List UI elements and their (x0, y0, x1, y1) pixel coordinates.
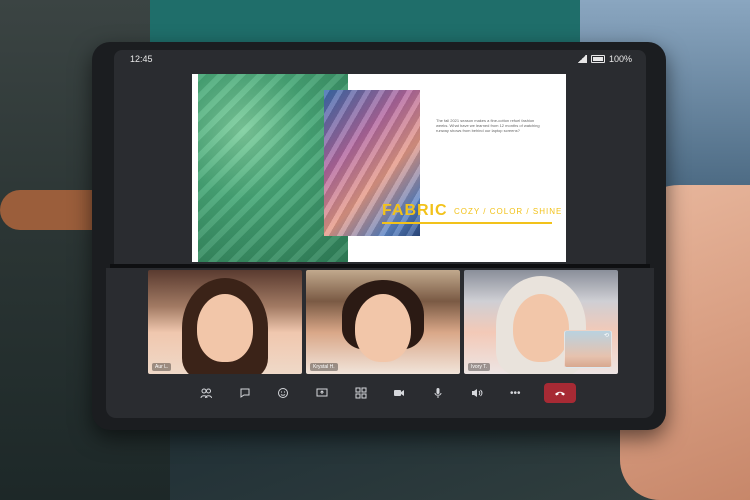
participant-tile[interactable]: Krystal H. (306, 270, 460, 374)
more-icon[interactable]: ••• (505, 383, 525, 403)
camera-icon[interactable] (389, 383, 409, 403)
participant-tile[interactable]: Aur L. (148, 270, 302, 374)
foldable-phone: 12:45 100% The fall 2021 season makes a … (92, 42, 666, 430)
chat-icon[interactable] (235, 383, 255, 403)
microphone-icon[interactable] (428, 383, 448, 403)
end-call-button[interactable] (543, 383, 576, 403)
participant-face (197, 294, 253, 362)
speaker-icon[interactable] (467, 383, 487, 403)
top-screen: 12:45 100% The fall 2021 season makes a … (114, 50, 646, 264)
battery-icon (590, 55, 605, 63)
call-toolbar: ••• (196, 382, 576, 404)
slide-body-text: The fall 2021 season makes a fine-cotton… (436, 118, 540, 133)
status-indicators: 100% (576, 54, 632, 64)
pip-switch-icon[interactable]: ⟲ (604, 332, 609, 339)
slide-subtitle: COZY / COLOR / SHINE (454, 207, 563, 216)
participant-face (355, 294, 411, 362)
self-view-pip[interactable]: ⟲ (564, 330, 612, 368)
end-call-icon (554, 391, 565, 396)
slide-underline (382, 222, 552, 224)
layout-icon[interactable] (351, 383, 371, 403)
status-time: 12:45 (130, 54, 153, 64)
participant-name: Krystal H. (310, 363, 338, 371)
participant-tile[interactable]: Ivory T. ⟲ (464, 270, 618, 374)
share-screen-icon[interactable] (312, 383, 332, 403)
signal-icon (576, 55, 587, 63)
slide-title: FABRIC (382, 202, 448, 219)
status-bar: 12:45 100% (114, 50, 646, 68)
participant-name: Aur L. (152, 363, 172, 371)
battery-percent: 100% (608, 54, 632, 64)
participant-face (513, 294, 569, 362)
bottom-screen: Aur L. Krystal H. Ivory T. ⟲ ••• (106, 268, 654, 418)
reactions-icon[interactable] (273, 383, 293, 403)
participant-name: Ivory T. (468, 363, 491, 371)
participants-icon[interactable] (196, 383, 216, 403)
shared-presentation-slide: The fall 2021 season makes a fine-cotton… (192, 74, 566, 262)
video-grid: Aur L. Krystal H. Ivory T. ⟲ (148, 270, 618, 374)
